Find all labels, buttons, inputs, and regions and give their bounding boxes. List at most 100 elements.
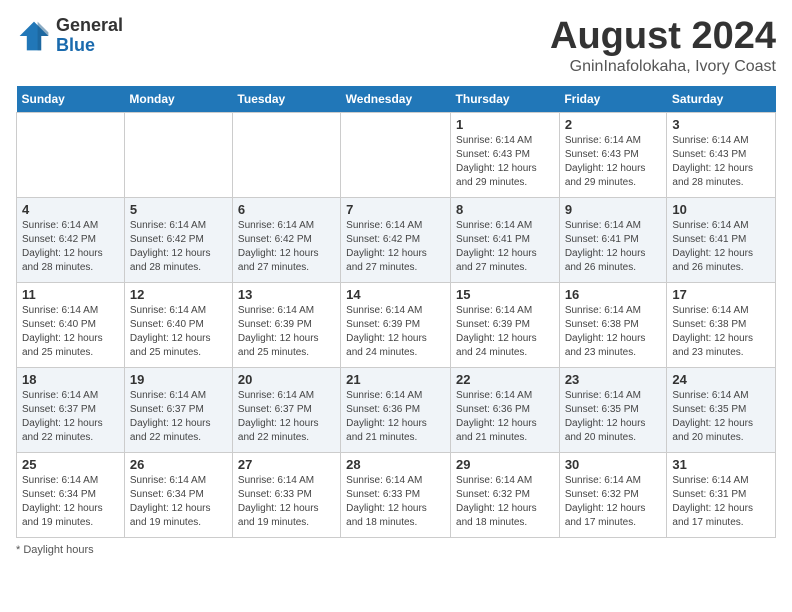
calendar-cell: 31 Sunrise: 6:14 AMSunset: 6:31 PMDayligh… xyxy=(667,452,776,537)
location-title: GninInafolokaha, Ivory Coast xyxy=(550,58,776,76)
day-info: Sunrise: 6:14 AMSunset: 6:33 PMDaylight:… xyxy=(346,474,445,530)
calendar-cell: 19Sunrise: 6:14 AMSunset: 6:37 PMDayligh… xyxy=(124,367,232,452)
day-info: Sunrise: 6:14 AMSunset: 6:35 PMDaylight:… xyxy=(672,389,770,445)
logo-blue: Blue xyxy=(56,36,123,56)
day-number: 17 xyxy=(672,287,770,302)
day-number: 22 xyxy=(456,372,554,387)
logo-general: General xyxy=(56,16,123,36)
day-number: 3 xyxy=(672,117,770,132)
day-number: 4 xyxy=(22,202,119,217)
calendar-cell xyxy=(341,112,451,197)
calendar-cell: 24 Sunrise: 6:14 AMSunset: 6:35 PMDayligh… xyxy=(667,367,776,452)
day-info: Sunrise: 6:14 AMSunset: 6:41 PMDaylight:… xyxy=(456,219,554,275)
calendar-cell xyxy=(232,112,340,197)
day-number: 2 xyxy=(565,117,662,132)
day-info: Sunrise: 6:14 AMSunset: 6:34 PMDaylight:… xyxy=(22,474,119,530)
title-block: August 2024 GninInafolokaha, Ivory Coast xyxy=(550,16,776,76)
footer-text: Daylight hours xyxy=(23,544,93,556)
calendar-cell: 12 Sunrise: 6:14 AMSunset: 6:40 PMDayligh… xyxy=(124,282,232,367)
day-info: Sunrise: 6:14 AMSunset: 6:40 PMDaylight:… xyxy=(130,304,227,360)
calendar-cell: 23 Sunrise: 6:14 AMSunset: 6:35 PMDayligh… xyxy=(559,367,667,452)
calendar-cell: 10 Sunrise: 6:14 AMSunset: 6:41 PMDayligh… xyxy=(667,197,776,282)
header-row: Sunday Monday Tuesday Wednesday Thursday… xyxy=(17,86,776,113)
day-number: 30 xyxy=(565,457,662,472)
calendar-cell: 2Sunrise: 6:14 AMSunset: 6:43 PMDaylight… xyxy=(559,112,667,197)
day-info: Sunrise: 6:14 AMSunset: 6:37 PMDaylight:… xyxy=(130,389,227,445)
day-info: Sunrise: 6:14 AMSunset: 6:42 PMDaylight:… xyxy=(346,219,445,275)
day-number: 24 xyxy=(672,372,770,387)
day-number: 6 xyxy=(238,202,335,217)
calendar-cell: 9Sunrise: 6:14 AMSunset: 6:41 PMDaylight… xyxy=(559,197,667,282)
day-info: Sunrise: 6:14 AMSunset: 6:39 PMDaylight:… xyxy=(346,304,445,360)
calendar-cell: 29Sunrise: 6:14 AMSunset: 6:32 PMDayligh… xyxy=(451,452,560,537)
calendar-cell: 8 Sunrise: 6:14 AMSunset: 6:41 PMDaylight… xyxy=(451,197,560,282)
day-info: Sunrise: 6:14 AMSunset: 6:36 PMDaylight:… xyxy=(346,389,445,445)
logo-icon xyxy=(16,18,52,54)
day-number: 26 xyxy=(130,457,227,472)
calendar-cell: 28 Sunrise: 6:14 AMSunset: 6:33 PMDayligh… xyxy=(341,452,451,537)
calendar-cell: 14Sunrise: 6:14 AMSunset: 6:39 PMDayligh… xyxy=(341,282,451,367)
day-number: 29 xyxy=(456,457,554,472)
day-number: 15 xyxy=(456,287,554,302)
calendar-week-4: 18 Sunrise: 6:14 AMSunset: 6:37 PMDayligh… xyxy=(17,367,776,452)
calendar-cell: 11Sunrise: 6:14 AMSunset: 6:40 PMDayligh… xyxy=(17,282,125,367)
calendar-week-2: 4 Sunrise: 6:14 AMSunset: 6:42 PMDaylight… xyxy=(17,197,776,282)
day-number: 11 xyxy=(22,287,119,302)
day-number: 13 xyxy=(238,287,335,302)
day-info: Sunrise: 6:14 AMSunset: 6:43 PMDaylight:… xyxy=(672,134,770,190)
calendar-cell: 1Sunrise: 6:14 AMSunset: 6:43 PMDaylight… xyxy=(451,112,560,197)
calendar-cell: 4 Sunrise: 6:14 AMSunset: 6:42 PMDaylight… xyxy=(17,197,125,282)
calendar-body: 1 Sunrise: 6:14 AMSunset: 6:43 PMDaylight… xyxy=(17,112,776,537)
col-monday: Monday xyxy=(124,86,232,113)
day-number: 8 xyxy=(456,202,554,217)
calendar-cell: 30 Sunrise: 6:14 AMSunset: 6:32 PMDayligh… xyxy=(559,452,667,537)
day-info: Sunrise: 6:14 AMSunset: 6:37 PMDaylight:… xyxy=(22,389,119,445)
day-number: 16 xyxy=(565,287,662,302)
day-info: Sunrise: 6:14 AMSunset: 6:39 PMDaylight:… xyxy=(238,304,335,360)
col-wednesday: Wednesday xyxy=(341,86,451,113)
month-title: August 2024 xyxy=(550,16,776,58)
calendar-cell xyxy=(124,112,232,197)
day-number: 31 xyxy=(672,457,770,472)
calendar-cell xyxy=(17,112,125,197)
day-info: Sunrise: 6:14 AMSunset: 6:31 PMDaylight:… xyxy=(672,474,770,530)
day-info: Sunrise: 6:14 AMSunset: 6:37 PMDaylight:… xyxy=(238,389,335,445)
page-header: General Blue August 2024 GninInafolokaha… xyxy=(16,16,776,76)
day-info: Sunrise: 6:14 AMSunset: 6:42 PMDaylight:… xyxy=(22,219,119,275)
day-number: 1 xyxy=(456,117,554,132)
calendar-cell: 20 Sunrise: 6:14 AMSunset: 6:37 PMDayligh… xyxy=(232,367,340,452)
day-info: Sunrise: 6:14 AMSunset: 6:42 PMDaylight:… xyxy=(130,219,227,275)
logo: General Blue xyxy=(16,16,123,56)
calendar-cell: 21 Sunrise: 6:14 AMSunset: 6:36 PMDayligh… xyxy=(341,367,451,452)
day-number: 27 xyxy=(238,457,335,472)
footer-note: * Daylight hours xyxy=(16,544,776,556)
calendar-week-5: 25Sunrise: 6:14 AMSunset: 6:34 PMDayligh… xyxy=(17,452,776,537)
day-info: Sunrise: 6:14 AMSunset: 6:36 PMDaylight:… xyxy=(456,389,554,445)
col-saturday: Saturday xyxy=(667,86,776,113)
day-number: 7 xyxy=(346,202,445,217)
col-sunday: Sunday xyxy=(17,86,125,113)
day-number: 23 xyxy=(565,372,662,387)
day-number: 5 xyxy=(130,202,227,217)
day-number: 21 xyxy=(346,372,445,387)
day-number: 12 xyxy=(130,287,227,302)
calendar-cell: 17 Sunrise: 6:14 AMSunset: 6:38 PMDayligh… xyxy=(667,282,776,367)
calendar-cell: 16 Sunrise: 6:14 AMSunset: 6:38 PMDayligh… xyxy=(559,282,667,367)
col-thursday: Thursday xyxy=(451,86,560,113)
day-info: Sunrise: 6:14 AMSunset: 6:32 PMDaylight:… xyxy=(565,474,662,530)
calendar-cell: 25Sunrise: 6:14 AMSunset: 6:34 PMDayligh… xyxy=(17,452,125,537)
day-number: 10 xyxy=(672,202,770,217)
day-info: Sunrise: 6:14 AMSunset: 6:38 PMDaylight:… xyxy=(565,304,662,360)
day-info: Sunrise: 6:14 AMSunset: 6:38 PMDaylight:… xyxy=(672,304,770,360)
day-info: Sunrise: 6:14 AMSunset: 6:41 PMDaylight:… xyxy=(565,219,662,275)
day-info: Sunrise: 6:14 AMSunset: 6:35 PMDaylight:… xyxy=(565,389,662,445)
calendar-cell: 3 Sunrise: 6:14 AMSunset: 6:43 PMDaylight… xyxy=(667,112,776,197)
calendar-cell: 5 Sunrise: 6:14 AMSunset: 6:42 PMDaylight… xyxy=(124,197,232,282)
day-number: 18 xyxy=(22,372,119,387)
day-number: 20 xyxy=(238,372,335,387)
calendar-cell: 27Sunrise: 6:14 AMSunset: 6:33 PMDayligh… xyxy=(232,452,340,537)
calendar-cell: 15Sunrise: 6:14 AMSunset: 6:39 PMDayligh… xyxy=(451,282,560,367)
day-number: 28 xyxy=(346,457,445,472)
day-info: Sunrise: 6:14 AMSunset: 6:41 PMDaylight:… xyxy=(672,219,770,275)
calendar-week-1: 1 Sunrise: 6:14 AMSunset: 6:43 PMDaylight… xyxy=(17,112,776,197)
